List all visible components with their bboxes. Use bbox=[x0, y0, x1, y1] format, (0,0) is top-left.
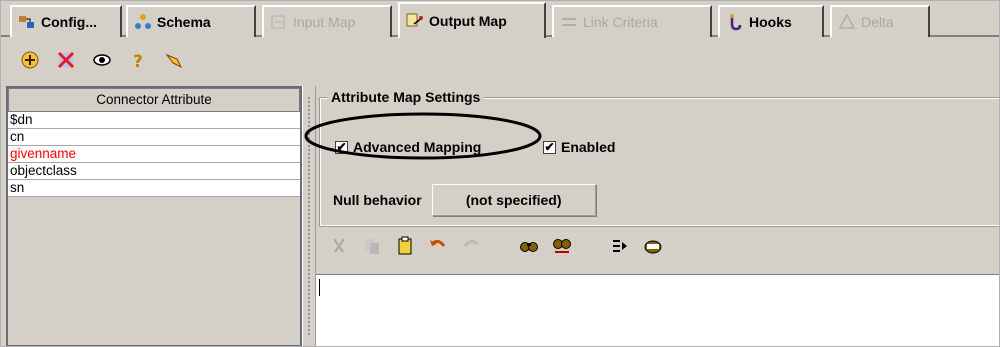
tab-config-label: Config... bbox=[41, 14, 97, 30]
tab-config[interactable]: Config... bbox=[10, 5, 122, 37]
paste-icon bbox=[398, 236, 412, 255]
tab-input-map-label: Input Map bbox=[293, 14, 356, 30]
find-next-button[interactable] bbox=[551, 235, 573, 257]
list-item-sn[interactable]: sn bbox=[8, 180, 300, 197]
tab-hooks-label: Hooks bbox=[749, 14, 792, 30]
tab-strip: Config... Schema Input Map Output Map Li… bbox=[0, 0, 1000, 38]
null-behavior-button[interactable]: (not specified) bbox=[431, 184, 596, 216]
tab-output-map[interactable]: Output Map bbox=[398, 2, 546, 38]
tab-delta[interactable]: Delta bbox=[830, 5, 930, 37]
null-behavior-label: Null behavior bbox=[333, 192, 422, 208]
delete-attribute-icon bbox=[57, 51, 75, 69]
text-caret bbox=[319, 279, 320, 296]
help-icon: ? bbox=[133, 52, 143, 71]
highlight-ellipse bbox=[304, 112, 542, 160]
undo-icon bbox=[430, 239, 446, 247]
cut-button[interactable] bbox=[328, 235, 350, 257]
checkmark-icon: ✔ bbox=[543, 140, 556, 154]
svg-text:?: ? bbox=[133, 52, 143, 71]
undo-button[interactable] bbox=[427, 235, 449, 257]
find-icon bbox=[520, 242, 538, 252]
input-map-icon bbox=[270, 13, 288, 31]
copy-button[interactable] bbox=[361, 235, 383, 257]
config-icon bbox=[18, 13, 36, 31]
tab-link-criteria[interactable]: Link Criteria bbox=[552, 5, 712, 37]
tab-schema-label: Schema bbox=[157, 14, 211, 30]
paste-button[interactable] bbox=[394, 235, 416, 257]
cut-icon bbox=[333, 238, 345, 253]
add-attribute-button[interactable] bbox=[18, 48, 42, 72]
window: Config... Schema Input Map Output Map Li… bbox=[0, 0, 1000, 347]
list-item-cn[interactable]: cn bbox=[8, 129, 300, 146]
hooks-icon bbox=[726, 13, 744, 31]
list-item-objectclass[interactable]: objectclass bbox=[8, 163, 300, 180]
enabled-checkbox[interactable]: ✔ Enabled bbox=[543, 139, 615, 155]
add-attribute-icon bbox=[21, 51, 39, 69]
find-button[interactable] bbox=[518, 235, 540, 257]
list-item-dn[interactable]: $dn bbox=[8, 112, 300, 129]
edit-icon bbox=[644, 240, 662, 254]
tab-hooks[interactable]: Hooks bbox=[718, 5, 824, 37]
tab-input-map[interactable]: Input Map bbox=[262, 5, 392, 37]
redo-icon bbox=[463, 239, 479, 247]
delta-icon bbox=[838, 13, 856, 31]
mapping-toolbar bbox=[328, 232, 664, 260]
schema-icon bbox=[134, 13, 152, 31]
null-behavior-row: Null behavior (not specified) bbox=[333, 184, 596, 216]
view-button[interactable] bbox=[90, 48, 114, 72]
tab-link-criteria-label: Link Criteria bbox=[583, 14, 658, 30]
edit-button[interactable] bbox=[642, 235, 664, 257]
pointer-button[interactable] bbox=[162, 48, 186, 72]
tab-output-map-label: Output Map bbox=[429, 13, 507, 29]
view-icon bbox=[93, 54, 111, 66]
insert-button[interactable] bbox=[609, 235, 631, 257]
group-title: Attribute Map Settings bbox=[327, 89, 485, 105]
help-button[interactable]: ? bbox=[126, 48, 150, 72]
tab-schema[interactable]: Schema bbox=[126, 5, 256, 37]
list-item-givenname[interactable]: givenname bbox=[8, 146, 300, 163]
enabled-label: Enabled bbox=[561, 139, 616, 155]
link-criteria-icon bbox=[560, 13, 578, 31]
pointer-icon bbox=[165, 53, 183, 69]
find-next-icon bbox=[553, 239, 571, 253]
tab-delta-label: Delta bbox=[861, 14, 894, 30]
redo-button[interactable] bbox=[460, 235, 482, 257]
delete-attribute-button[interactable] bbox=[54, 48, 78, 72]
toolbar: ? bbox=[0, 40, 1000, 80]
connector-attribute-list: Connector Attribute $dn cn givenname obj… bbox=[6, 86, 302, 347]
copy-icon bbox=[365, 239, 379, 254]
list-header[interactable]: Connector Attribute bbox=[8, 88, 300, 112]
insert-icon bbox=[613, 240, 627, 252]
mapping-script-editor[interactable] bbox=[316, 274, 1000, 347]
output-map-icon bbox=[406, 12, 424, 30]
